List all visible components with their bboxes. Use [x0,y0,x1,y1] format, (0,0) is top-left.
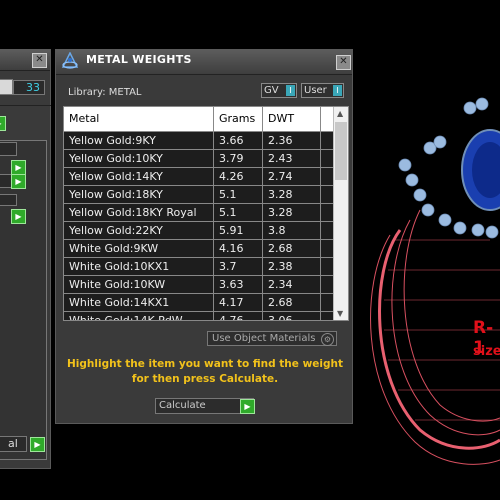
cell-grams: 3.63 [219,278,244,291]
calculate-go-button[interactable]: ▶ [240,399,255,414]
cell-grams: 4.26 [219,170,244,183]
cell-metal: Yellow Gold:9KY [69,134,156,147]
left-panel-go-button-1[interactable]: ▶ [0,116,6,131]
cell-metal: White Gold:14K PdW [69,314,183,321]
column-header-grams[interactable]: Grams [219,112,255,125]
table-row[interactable]: White Gold:9KW 4.16 2.68 [64,240,333,258]
scroll-down-icon[interactable]: ▼ [337,309,343,318]
left-panel-go-button-3[interactable]: ▶ [11,174,26,189]
cell-metal: Yellow Gold:14KY [69,170,163,183]
calculate-label: Calculate [159,400,206,411]
cell-grams: 5.1 [219,188,237,201]
left-panel-label: t [0,79,13,95]
cell-metal: White Gold:14KX1 [69,296,170,309]
table-row[interactable]: Yellow Gold:9KY 3.66 2.36 [64,132,333,150]
left-panel-bottom-field[interactable]: al [0,436,27,452]
user-toggle-label: User [304,85,327,96]
gear-icon: ⚙ [321,333,334,346]
panel-title: METAL WEIGHTS [86,53,192,66]
table-row[interactable]: Yellow Gold:22KY 5.91 3.8 [64,222,333,240]
metal-weights-panel: METAL WEIGHTS ✕ Library: METAL GV I User… [55,49,353,424]
cell-grams: 5.1 [219,206,237,219]
left-panel-value-field[interactable]: 33 [13,80,45,95]
cell-metal: White Gold:9KW [69,242,159,255]
metal-weights-close-button[interactable]: ✕ [336,55,351,70]
table-row[interactable]: Yellow Gold:14KY 4.26 2.74 [64,168,333,186]
table-body: Yellow Gold:9KY 3.66 2.36 Yellow Gold:10KY 3… [64,132,333,321]
cell-dwt: 3.8 [268,224,286,237]
left-panel-field-1[interactable] [0,142,17,156]
cell-grams: 4.17 [219,296,244,309]
table-header: Metal Grams DWT [64,107,333,132]
cell-metal: Yellow Gold:18KY Royal [69,206,197,219]
cell-dwt: 2.68 [268,296,293,309]
column-divider [320,107,321,320]
scrollbar-thumb[interactable] [335,122,347,180]
gv-toggle[interactable]: GV I [261,83,297,98]
left-panel-field-3[interactable] [0,194,17,206]
cell-dwt: 2.43 [268,152,293,165]
cell-metal: Yellow Gold:10KY [69,152,163,165]
cell-grams: 4.16 [219,242,244,255]
table-scrollbar[interactable]: ▲ ▼ [333,107,348,320]
gv-toggle-label: GV [264,85,279,96]
cell-dwt: 2.36 [268,134,293,147]
left-panel-close-button[interactable]: ✕ [32,53,47,68]
cell-dwt: 2.74 [268,170,293,183]
gv-indicator-icon: I [286,85,295,96]
library-label: Library: METAL [68,87,142,98]
cell-metal: White Gold:10KW [69,278,166,291]
left-panel-value: 33 [26,81,40,94]
metal-table[interactable]: Metal Grams DWT Yellow Gold:9KY 3.66 2.36 Y… [63,106,349,321]
cell-dwt: 2.34 [268,278,293,291]
column-header-metal[interactable]: Metal [69,112,99,125]
table-row[interactable]: White Gold:10KW 3.63 2.34 [64,276,333,294]
cell-grams: 5.91 [219,224,244,237]
divider [0,105,51,106]
app-logo-icon [61,52,79,69]
table-row[interactable]: Yellow Gold:18KY Royal 5.1 3.28 [64,204,333,222]
cell-grams: 4.76 [219,314,244,321]
cell-dwt: 2.38 [268,260,293,273]
column-header-dwt[interactable]: DWT [268,112,294,125]
left-panel-go-button-2[interactable]: ▶ [11,160,26,175]
cell-grams: 3.66 [219,134,244,147]
left-panel-bottom-go-button[interactable]: ▶ [30,437,45,452]
ring-3d-model[interactable] [360,70,500,500]
cell-dwt: 3.06 [268,314,293,321]
table-row[interactable]: Yellow Gold:18KY 5.1 3.28 [64,186,333,204]
cell-dwt: 3.28 [268,206,293,219]
table-row[interactable]: White Gold:14K PdW 4.76 3.06 [64,312,333,321]
scroll-up-icon[interactable]: ▲ [337,109,343,118]
table-row[interactable]: White Gold:10KX1 3.7 2.38 [64,258,333,276]
cell-dwt: 3.28 [268,188,293,201]
use-object-materials-label: Use Object Materials [212,333,316,344]
column-divider [262,107,263,320]
cell-grams: 3.79 [219,152,244,165]
cell-metal: Yellow Gold:18KY [69,188,163,201]
cell-grams: 3.7 [219,260,237,273]
table-row[interactable]: White Gold:14KX1 4.17 2.68 [64,294,333,312]
left-panel-go-button-4[interactable]: ▶ [11,209,26,224]
cell-dwt: 2.68 [268,242,293,255]
ring-size-label: size [473,344,500,359]
left-panel: ✕ t 33 ▶ ▶ ▶ ▶ al ▶ [0,49,51,469]
instructions-text: Highlight the item you want to find the … [67,358,343,385]
cell-metal: Yellow Gold:22KY [69,224,163,237]
use-object-materials-button[interactable]: Use Object Materials ⚙ [207,331,337,346]
cell-metal: White Gold:10KX1 [69,260,170,273]
user-toggle[interactable]: User I [301,83,344,98]
user-indicator-icon: I [333,85,342,96]
column-divider [213,107,214,320]
table-row[interactable]: Yellow Gold:10KY 3.79 2.43 [64,150,333,168]
left-panel-bottom-label: al [8,437,18,450]
